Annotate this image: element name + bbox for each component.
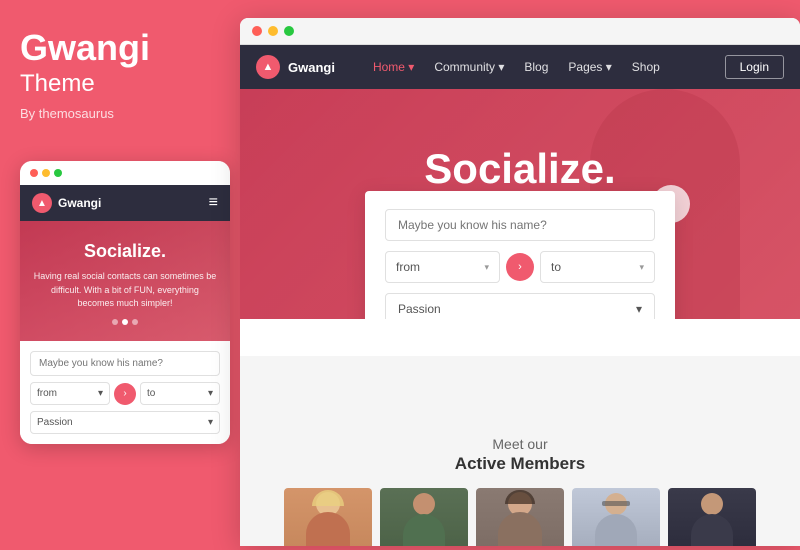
desktop-nav-logo-text: Gwangi [288,60,335,75]
members-bold: Active Members [455,454,585,474]
desktop-passion-select[interactable]: Passion ▾ [385,293,655,319]
hamburger-icon[interactable]: ≡ [209,194,218,212]
mobile-hero-dots [32,319,218,325]
mobile-hero-content: Socialize. Having real social contacts c… [32,241,218,311]
brand-by: By themosaurus [20,106,220,121]
mobile-dot-green [54,169,62,177]
mobile-hero-text: Having real social contacts can sometime… [32,270,218,311]
hero-dot-3 [132,319,138,325]
login-button[interactable]: Login [725,55,784,79]
mobile-nav-logo: ▲ Gwangi [32,193,101,213]
nav-link-pages[interactable]: Pages ▾ [568,60,611,74]
mobile-to-chevron: ▾ [208,388,213,399]
hero-dot-2 [122,319,128,325]
desktop-arrow-btn[interactable]: › [506,253,534,281]
search-form-card: from ▾ › to ▾ Passion ▾ SUBMIT [365,191,675,319]
member-avatar-5 [668,488,756,546]
mobile-hero: Socialize. Having real social contacts c… [20,221,230,341]
desktop-name-input[interactable] [385,209,655,241]
desktop-top-bar [240,18,800,45]
mobile-logo-icon: ▲ [32,193,52,213]
nav-link-community[interactable]: Community ▾ [434,60,504,74]
desktop-age-row: from ▾ › to ▾ [385,251,655,283]
desktop-from-chevron: ▾ [484,262,489,273]
desktop-hero-heading: Socialize. [376,145,663,193]
mobile-mockup: ▲ Gwangi ≡ Socialize. Having real social… [20,161,230,444]
desktop-hero: Socialize. Having real social contacts c… [240,89,800,319]
desktop-dot-yellow [268,26,278,36]
mobile-dot-red [30,169,38,177]
mobile-arrow-btn[interactable]: › [114,383,136,405]
desktop-to-chevron: ▾ [639,262,644,273]
mobile-window-dots [30,169,62,177]
members-title: Meet our [492,436,547,452]
members-avatars [284,488,756,546]
mobile-age-row: from ▾ › to ▾ [30,382,220,405]
mobile-form-area: from ▾ › to ▾ Passion ▾ [20,341,230,444]
mobile-passion-chevron: ▾ [208,417,213,428]
member-avatar-3 [476,488,564,546]
desktop-dot-red [252,26,262,36]
member-avatar-2 [380,488,468,546]
mobile-to-select[interactable]: to ▾ [140,382,220,405]
desktop-to-label: to [551,260,561,274]
desktop-nav-left: ▲ Gwangi Home ▾ Community ▾ Blog Pages ▾… [256,55,660,79]
desktop-passion-label: Passion [398,302,441,316]
mobile-from-label: from [37,388,57,399]
mobile-name-input[interactable] [30,351,220,376]
nav-link-blog[interactable]: Blog [524,60,548,74]
mobile-from-chevron: ▾ [98,388,103,399]
mobile-passion-label: Passion [37,417,73,428]
desktop-from-select[interactable]: from ▾ [385,251,500,283]
mobile-from-select[interactable]: from ▾ [30,382,110,405]
mobile-to-label: to [147,388,155,399]
mobile-nav: ▲ Gwangi ≡ [20,185,230,221]
desktop-passion-chevron: ▾ [636,302,642,316]
desktop-nav-links: Home ▾ Community ▾ Blog Pages ▾ Shop [373,60,660,74]
mobile-top-bar [20,161,230,185]
brand-subtitle: Theme [20,70,220,98]
mobile-hero-heading: Socialize. [32,241,218,262]
brand-title: Gwangi [20,30,220,66]
nav-link-home[interactable]: Home ▾ [373,60,414,74]
member-avatar-1 [284,488,372,546]
desktop-mockup: ▲ Gwangi Home ▾ Community ▾ Blog Pages ▾… [240,18,800,546]
nav-link-shop[interactable]: Shop [632,60,660,74]
desktop-to-select[interactable]: to ▾ [540,251,655,283]
desktop-nav: ▲ Gwangi Home ▾ Community ▾ Blog Pages ▾… [240,45,800,89]
left-panel: Gwangi Theme By themosaurus ▲ Gwangi ≡ S… [0,0,240,550]
desktop-from-label: from [396,260,420,274]
desktop-logo-icon: ▲ [256,55,280,79]
mobile-nav-logo-text: Gwangi [58,196,101,210]
mobile-passion-select[interactable]: Passion ▾ [30,411,220,434]
hero-dot-1 [112,319,118,325]
desktop-dot-green [284,26,294,36]
mobile-dot-yellow [42,169,50,177]
members-section: Meet our Active Members [240,356,800,546]
member-avatar-4 [572,488,660,546]
